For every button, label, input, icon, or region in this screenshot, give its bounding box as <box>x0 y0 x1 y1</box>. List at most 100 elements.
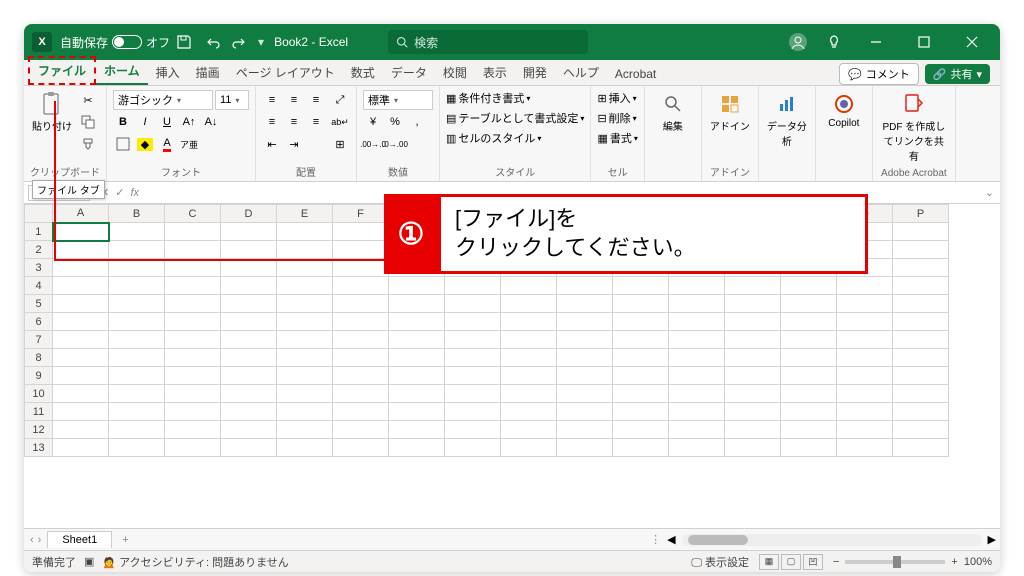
cell[interactable] <box>221 403 277 421</box>
cell[interactable] <box>445 331 501 349</box>
cell[interactable] <box>445 385 501 403</box>
cell[interactable] <box>613 421 669 439</box>
cell[interactable] <box>53 295 109 313</box>
cell[interactable] <box>781 331 837 349</box>
cell[interactable] <box>669 349 725 367</box>
cell[interactable] <box>557 313 613 331</box>
cell[interactable] <box>53 439 109 457</box>
cell[interactable] <box>613 331 669 349</box>
cell[interactable] <box>277 259 333 277</box>
cell[interactable] <box>221 313 277 331</box>
cell[interactable] <box>109 349 165 367</box>
cell[interactable] <box>893 313 949 331</box>
cell[interactable] <box>893 385 949 403</box>
zoom-in-button[interactable]: + <box>951 556 957 568</box>
tab-view[interactable]: 表示 <box>475 60 515 85</box>
cell[interactable] <box>389 295 445 313</box>
cell[interactable] <box>557 403 613 421</box>
cell[interactable] <box>165 295 221 313</box>
cell[interactable] <box>837 385 893 403</box>
cell[interactable] <box>669 277 725 295</box>
merge-icon[interactable]: ⊞ <box>330 134 350 154</box>
cell[interactable] <box>893 241 949 259</box>
cell[interactable] <box>389 403 445 421</box>
cell[interactable] <box>277 349 333 367</box>
row-header[interactable]: 1 <box>25 223 53 241</box>
cell[interactable] <box>53 349 109 367</box>
tab-home[interactable]: ホーム <box>96 58 148 85</box>
cell[interactable] <box>837 367 893 385</box>
cell[interactable] <box>557 331 613 349</box>
cell[interactable] <box>221 277 277 295</box>
cell[interactable] <box>893 421 949 439</box>
cell[interactable] <box>557 277 613 295</box>
cell[interactable] <box>837 295 893 313</box>
row-header[interactable]: 6 <box>25 313 53 331</box>
zoom-level[interactable]: 100% <box>964 556 992 568</box>
row-header[interactable]: 8 <box>25 349 53 367</box>
cell[interactable] <box>165 331 221 349</box>
row-header[interactable]: 10 <box>25 385 53 403</box>
cell[interactable] <box>109 367 165 385</box>
cell[interactable] <box>221 439 277 457</box>
cell[interactable] <box>501 331 557 349</box>
cell[interactable] <box>669 439 725 457</box>
cell[interactable] <box>669 403 725 421</box>
redo-icon[interactable] <box>228 30 252 54</box>
bold-button[interactable]: B <box>113 112 133 132</box>
cell[interactable] <box>333 439 389 457</box>
cell[interactable] <box>669 295 725 313</box>
cell[interactable] <box>557 367 613 385</box>
cell[interactable] <box>781 385 837 403</box>
conditional-format-button[interactable]: ▦ 条件付き書式 ▾ <box>446 90 530 106</box>
comma-icon[interactable]: , <box>407 112 427 132</box>
col-header[interactable]: B <box>109 205 165 223</box>
cell[interactable] <box>781 421 837 439</box>
cell[interactable] <box>837 331 893 349</box>
cut-icon[interactable]: ✂ <box>78 90 98 110</box>
increase-decimal-icon[interactable]: .00→.0 <box>363 134 383 154</box>
undo-icon[interactable] <box>200 30 224 54</box>
fill-color-icon[interactable]: ◆ <box>135 134 155 154</box>
cell[interactable] <box>277 277 333 295</box>
cell[interactable] <box>669 331 725 349</box>
accessibility-status[interactable]: 🙍 アクセシビリティ: 問題ありません <box>102 554 288 570</box>
row-header[interactable]: 7 <box>25 331 53 349</box>
cell[interactable] <box>669 421 725 439</box>
cell[interactable] <box>165 349 221 367</box>
comments-button[interactable]: 💬 コメント <box>839 63 919 85</box>
cell[interactable] <box>557 439 613 457</box>
cell[interactable] <box>53 367 109 385</box>
cell[interactable] <box>613 295 669 313</box>
row-header[interactable]: 13 <box>25 439 53 457</box>
pdf-share-button[interactable]: PDF を作成してリンクを共有 <box>879 90 949 165</box>
tab-help[interactable]: ヘルプ <box>555 60 607 85</box>
cell[interactable] <box>557 421 613 439</box>
cell[interactable] <box>333 385 389 403</box>
cell[interactable] <box>109 277 165 295</box>
cell[interactable] <box>893 259 949 277</box>
enter-formula-icon[interactable]: ✓ <box>115 186 124 199</box>
cell[interactable] <box>725 277 781 295</box>
cell[interactable] <box>613 277 669 295</box>
maximize-button[interactable] <box>904 24 944 60</box>
view-normal-icon[interactable]: ▦ <box>759 554 779 570</box>
hscroll-left-icon[interactable]: ◀ <box>667 533 675 546</box>
cell[interactable] <box>165 385 221 403</box>
add-sheet-button[interactable]: + <box>112 534 138 546</box>
cell[interactable] <box>53 223 109 241</box>
indent-increase-icon[interactable]: ⇥ <box>284 134 304 154</box>
cell[interactable] <box>109 385 165 403</box>
tab-draw[interactable]: 描画 <box>188 60 228 85</box>
col-header[interactable]: P <box>893 205 949 223</box>
cell[interactable] <box>109 439 165 457</box>
cell[interactable] <box>725 439 781 457</box>
align-left-icon[interactable]: ≡ <box>262 112 282 132</box>
cell[interactable] <box>109 223 165 241</box>
cell[interactable] <box>557 349 613 367</box>
tab-acrobat[interactable]: Acrobat <box>607 63 664 85</box>
cell[interactable] <box>501 295 557 313</box>
cell[interactable] <box>445 421 501 439</box>
cell[interactable] <box>165 313 221 331</box>
cell[interactable] <box>837 439 893 457</box>
